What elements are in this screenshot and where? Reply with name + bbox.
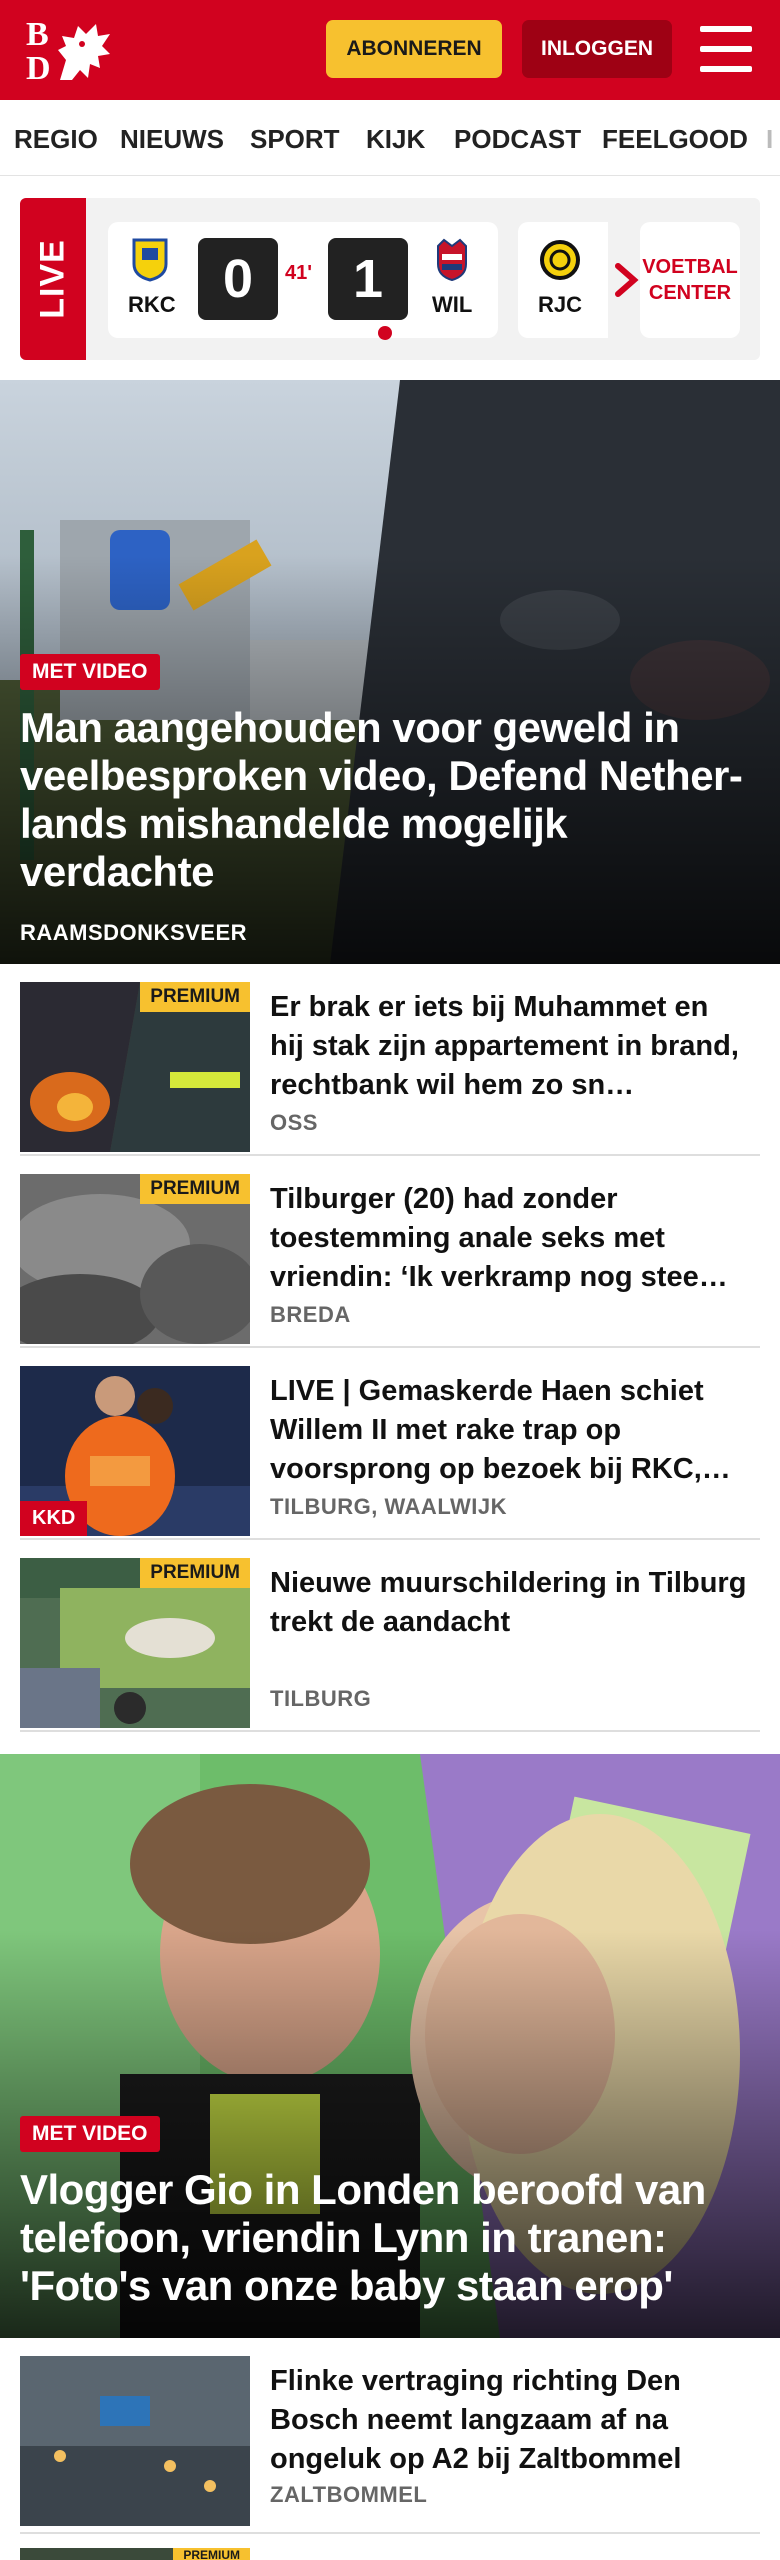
home-team: RKC — [128, 292, 176, 317]
nav-item-sport[interactable]: SPORT — [250, 124, 340, 155]
hero-article-2[interactable]: MET VIDEO Vlogger Gio in Londen beroofd … — [0, 1754, 780, 2338]
article-title[interactable]: LIVE | Gemaskerde Haen schiet Willem II … — [270, 1372, 750, 1489]
article-thumbnail: PREMIUM — [20, 982, 250, 1152]
match-card[interactable]: RKC 0 41' 1 WIL — [108, 222, 498, 340]
live-indicator-dot — [378, 326, 392, 340]
met-video-tag: MET VIDEO — [20, 2116, 160, 2152]
article-thumbnail: PREMIUM — [20, 1174, 250, 1344]
list-item[interactable]: PREMIUM Tilburger (20) had zonder toeste… — [20, 1156, 760, 1348]
lion-icon — [58, 24, 110, 80]
thumbnail-image — [20, 2356, 250, 2526]
list-item[interactable]: PREMIUM — [20, 2534, 760, 2560]
article-title[interactable]: Nieuwe muurschildering in Tilburg trekt … — [270, 1564, 750, 1642]
premium-badge: PREMIUM — [140, 1558, 250, 1588]
premium-badge: PREMIUM — [140, 1174, 250, 1204]
rkc-badge-icon — [132, 238, 168, 282]
list-item[interactable]: KKD LIVE | Gemaskerde Haen schiet Willem… — [20, 1348, 760, 1540]
logo-letter-b: B — [26, 16, 49, 53]
article-location: OSS — [270, 1110, 318, 1135]
article-location: TILBURG, WAALWIJK — [270, 1494, 508, 1519]
article-thumbnail: PREMIUM — [20, 1558, 250, 1728]
premium-badge: PREMIUM — [140, 982, 250, 1012]
article-title[interactable]: Er brak er iets bij Muhammet en hij stak… — [270, 988, 750, 1105]
site-header: B D ABONNEREN INLOGGEN — [0, 0, 780, 100]
article-thumbnail: KKD — [20, 1366, 250, 1536]
voetbal-center-link[interactable]: VOETBAL CENTER — [640, 222, 740, 338]
next-match-team: RJC — [538, 292, 583, 317]
article-thumbnail — [20, 2356, 250, 2526]
nav-item-kijk[interactable]: KIJK — [366, 124, 425, 155]
chevron-right-icon[interactable] — [608, 260, 644, 300]
live-scores-bar: LIVE RKC 0 41' 1 WIL RJC VOETBAL CENTER — [20, 198, 760, 360]
nav-item-feelgood[interactable]: FEELGOOD — [602, 124, 748, 155]
logo-letter-d: D — [26, 50, 51, 87]
list-item[interactable]: Flinke vertraging richting Den Bosch nee… — [20, 2338, 760, 2534]
section-nav: REGIO NIEUWS SPORT KIJK PODCAST FEELGOOD… — [0, 100, 780, 176]
live-label: LIVE — [20, 198, 86, 360]
nav-item-more[interactable]: I — [766, 124, 773, 155]
hero-2-title[interactable]: Vlogger Gio in Londen beroofd van telefo… — [20, 2166, 760, 2310]
nav-item-podcast[interactable]: PODCAST — [454, 124, 581, 155]
subscribe-button[interactable]: ABONNEREN — [326, 20, 502, 78]
hero-article-1[interactable]: MET VIDEO Man aangehouden voor geweld in… — [0, 380, 780, 964]
home-score: 0 — [198, 238, 278, 320]
nav-item-nieuws[interactable]: NIEUWS — [120, 124, 224, 155]
article-title[interactable]: Tilburger (20) had zonder toestemming an… — [270, 1180, 750, 1297]
list-item[interactable]: PREMIUM Er brak er iets bij Muhammet en … — [20, 964, 760, 1156]
login-button[interactable]: INLOGGEN — [522, 20, 672, 78]
premium-badge: PREMIUM — [173, 2548, 250, 2560]
nav-item-regio[interactable]: REGIO — [14, 124, 98, 155]
article-title[interactable]: Flinke vertraging richting Den Bosch nee… — [270, 2362, 750, 2479]
hero-1-title[interactable]: Man aangehouden voor geweld in veelbespr… — [20, 704, 760, 896]
willem-ii-badge-icon — [437, 238, 467, 282]
hero-1-location: RAAMSDONKSVEER — [20, 920, 248, 945]
away-score: 1 — [328, 238, 408, 320]
article-thumbnail: PREMIUM — [20, 2548, 250, 2560]
article-location: TILBURG — [270, 1686, 372, 1711]
kkd-badge: KKD — [20, 1501, 88, 1536]
next-match-card[interactable]: RJC — [518, 222, 608, 338]
bd-logo[interactable]: B D — [22, 16, 118, 87]
rjc-badge-icon — [540, 240, 580, 280]
article-location: BREDA — [270, 1302, 351, 1327]
away-team: WIL — [432, 292, 473, 317]
met-video-tag: MET VIDEO — [20, 654, 160, 690]
article-location: ZALTBOMMEL — [270, 2482, 428, 2507]
list-item[interactable]: PREMIUM Nieuwe muurschildering in Tilbur… — [20, 1540, 760, 1732]
hamburger-icon[interactable] — [700, 26, 752, 72]
match-minute: 41' — [285, 262, 313, 284]
